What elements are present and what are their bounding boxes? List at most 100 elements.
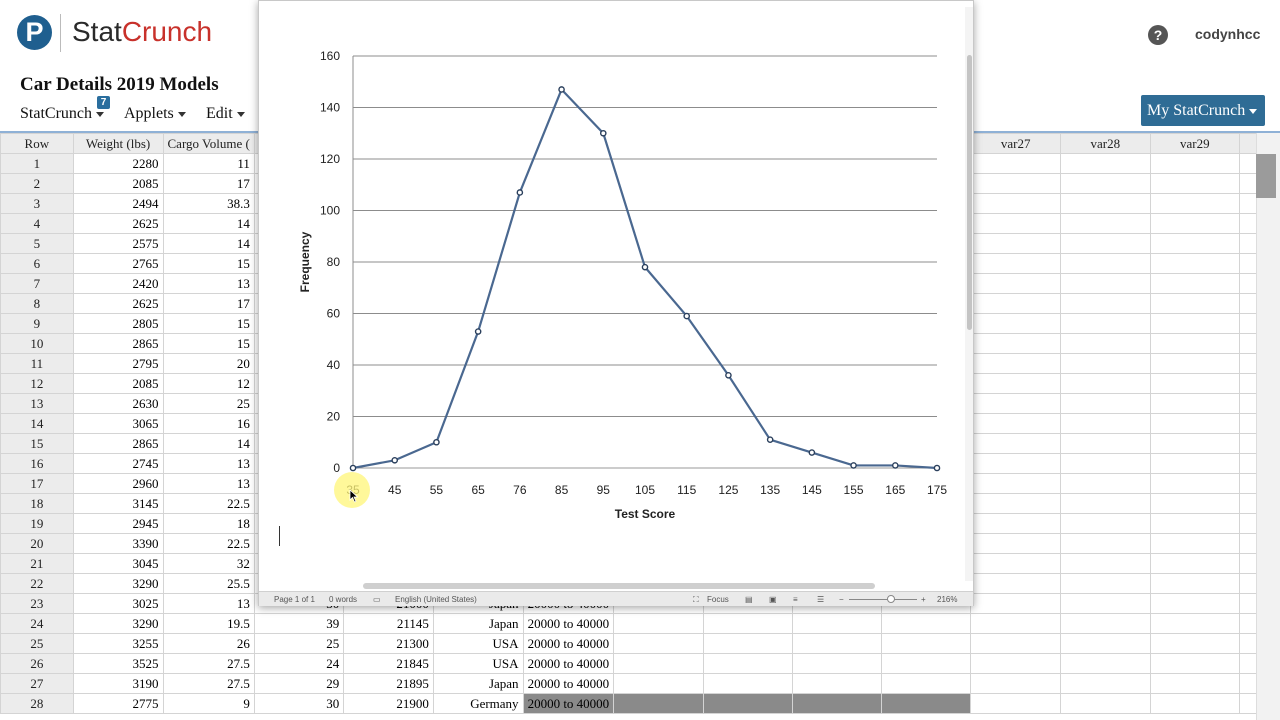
table-cell[interactable]: 3525 [72, 653, 164, 674]
focus-icon[interactable]: ⛶ [693, 595, 699, 605]
table-cell[interactable] [970, 593, 1061, 614]
table-cell[interactable] [970, 393, 1061, 414]
table-cell[interactable] [1149, 193, 1241, 214]
table-cell[interactable] [1149, 333, 1241, 354]
table-cell[interactable]: 2865 [72, 333, 164, 354]
table-cell[interactable]: 2494 [72, 193, 164, 214]
row-number[interactable]: 8 [0, 293, 74, 314]
table-cell[interactable] [1149, 253, 1241, 274]
table-cell[interactable]: 26 [162, 633, 255, 654]
table-cell[interactable] [970, 253, 1061, 274]
table-cell[interactable] [791, 673, 883, 694]
table-cell[interactable]: 2085 [72, 173, 164, 194]
table-cell[interactable] [970, 173, 1061, 194]
table-cell[interactable]: 2625 [72, 213, 164, 234]
row-number[interactable]: 6 [0, 253, 74, 274]
table-cell[interactable]: 24 [253, 653, 345, 674]
row-number[interactable]: 18 [0, 493, 74, 514]
table-cell[interactable]: 2795 [72, 353, 164, 374]
table-cell[interactable] [1060, 353, 1151, 374]
document-scroll-thumb[interactable] [967, 55, 972, 330]
table-cell[interactable]: 20000 to 40000 [522, 653, 615, 674]
table-cell[interactable]: 2960 [72, 473, 164, 494]
table-cell[interactable]: 3025 [72, 593, 164, 614]
table-cell[interactable]: 2745 [72, 453, 164, 474]
table-cell[interactable]: Japan [432, 673, 524, 694]
table-cell[interactable] [613, 693, 704, 714]
table-cell[interactable]: 2945 [72, 513, 164, 534]
table-cell[interactable] [1060, 233, 1151, 254]
zoom-out-button[interactable]: − [839, 595, 844, 604]
zoom-slider-track[interactable] [849, 599, 917, 600]
table-cell[interactable]: 17 [162, 293, 255, 314]
column-header[interactable]: var29 [1149, 133, 1241, 154]
proofing-icon[interactable]: ▭ [373, 595, 381, 604]
table-cell[interactable] [1060, 153, 1151, 174]
table-cell[interactable]: 2280 [72, 153, 164, 174]
table-cell[interactable] [613, 613, 704, 634]
table-cell[interactable] [1149, 273, 1241, 294]
table-cell[interactable]: 14 [162, 433, 255, 454]
menu-statcrunch[interactable]: StatCrunch [20, 105, 104, 123]
table-cell[interactable]: 21145 [343, 613, 434, 634]
row-number[interactable]: 24 [0, 613, 74, 634]
table-cell[interactable]: 3390 [72, 533, 164, 554]
row-number[interactable]: 16 [0, 453, 74, 474]
table-cell[interactable] [1060, 373, 1151, 394]
table-cell[interactable] [1149, 513, 1241, 534]
table-cell[interactable] [1149, 213, 1241, 234]
table-cell[interactable] [881, 613, 972, 634]
grid-vertical-scrollbar[interactable] [1256, 133, 1280, 720]
print-layout-icon[interactable]: ▤ [745, 595, 753, 604]
table-cell[interactable] [702, 633, 793, 654]
table-cell[interactable]: 3190 [72, 673, 164, 694]
table-cell[interactable] [1149, 313, 1241, 334]
table-cell[interactable]: 22.5 [162, 493, 255, 514]
table-cell[interactable]: 20000 to 40000 [522, 613, 615, 634]
table-cell[interactable] [970, 493, 1061, 514]
row-number[interactable]: 11 [0, 353, 74, 374]
table-cell[interactable] [702, 693, 793, 714]
table-cell[interactable]: 16 [162, 413, 255, 434]
table-cell[interactable] [1149, 433, 1241, 454]
row-number[interactable]: 21 [0, 553, 74, 574]
table-cell[interactable] [1149, 153, 1241, 174]
table-cell[interactable] [970, 553, 1061, 574]
table-cell[interactable] [1149, 373, 1241, 394]
statcrunch-logo[interactable]: StatCrunch [72, 16, 212, 48]
row-number[interactable]: 23 [0, 593, 74, 614]
table-cell[interactable] [881, 673, 972, 694]
table-cell[interactable] [881, 693, 972, 714]
table-cell[interactable]: 3290 [72, 613, 164, 634]
table-cell[interactable] [1060, 293, 1151, 314]
zoom-slider-knob[interactable] [887, 595, 895, 603]
table-cell[interactable]: 20000 to 40000 [522, 693, 615, 714]
table-cell[interactable] [1060, 613, 1151, 634]
document-page[interactable]: 0204060801001201401603545556576859510511… [269, 9, 965, 581]
table-cell[interactable]: USA [432, 633, 524, 654]
row-number[interactable]: 1 [0, 153, 74, 174]
table-cell[interactable]: 30 [253, 693, 345, 714]
table-cell[interactable] [1060, 633, 1151, 654]
table-cell[interactable] [1060, 653, 1151, 674]
table-cell[interactable] [1149, 173, 1241, 194]
table-cell[interactable] [1060, 513, 1151, 534]
table-cell[interactable] [970, 193, 1061, 214]
table-cell[interactable] [1149, 573, 1241, 594]
table-cell[interactable] [970, 633, 1061, 654]
table-cell[interactable] [970, 653, 1061, 674]
table-cell[interactable]: Japan [432, 613, 524, 634]
table-cell[interactable] [1060, 533, 1151, 554]
table-cell[interactable]: 17 [162, 173, 255, 194]
table-cell[interactable] [1149, 693, 1241, 714]
table-cell[interactable] [791, 633, 883, 654]
table-cell[interactable]: 2625 [72, 293, 164, 314]
table-cell[interactable]: 20000 to 40000 [522, 673, 615, 694]
table-cell[interactable]: 21895 [343, 673, 434, 694]
table-cell[interactable] [1149, 653, 1241, 674]
row-number[interactable]: 5 [0, 233, 74, 254]
row-number[interactable]: 2 [0, 173, 74, 194]
table-cell[interactable] [1149, 553, 1241, 574]
table-cell[interactable]: 20000 to 40000 [522, 633, 615, 654]
table-cell[interactable]: 15 [162, 313, 255, 334]
